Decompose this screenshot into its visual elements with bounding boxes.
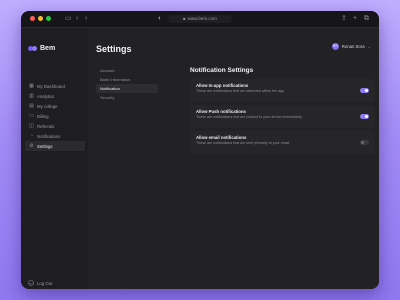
lock-icon: ■ [183, 16, 186, 21]
sidebar-item-label: My college [37, 103, 58, 109]
page-title: Settings [96, 44, 132, 54]
gear-icon: ⚙ [29, 142, 34, 149]
toggle-knob [365, 89, 368, 92]
building-icon: ▤ [29, 102, 34, 109]
subnav-item-security[interactable]: Security [96, 93, 158, 102]
minimize-window-button[interactable] [38, 16, 43, 21]
forward-arrow-icon[interactable]: › [85, 14, 87, 24]
toggle-knob [361, 141, 364, 144]
setting-label: Allow In-app notifications [196, 83, 249, 88]
chevron-down-icon: ⌄ [367, 44, 371, 49]
subnav-item-bank-information[interactable]: Bank Information [96, 75, 158, 84]
new-tab-icon[interactable]: + [353, 14, 357, 24]
setting-description: These are notifications that are sent pr… [196, 141, 290, 145]
setting-label: Allow Push notifications [196, 109, 246, 114]
sidebar-item-label: Settings [37, 143, 53, 149]
sidebar: Bem ▦ My Dashboard ▥ Analytics ▤ My coll… [21, 28, 88, 289]
section-title: Notification Settings [190, 67, 254, 74]
maximize-window-button[interactable] [46, 16, 51, 21]
subnav-item-account[interactable]: Account [96, 66, 158, 75]
notification-settings: Notification Settings Allow In-app notif… [190, 66, 375, 154]
sidebar-item-label: Billing [37, 113, 49, 119]
email-notifications-toggle[interactable] [360, 140, 369, 145]
sidebar-nav: ▦ My Dashboard ▥ Analytics ▤ My college … [25, 81, 85, 151]
sidebar-item-label: Referrals [37, 123, 55, 129]
gift-icon: ◫ [29, 122, 34, 129]
grid-icon: ▦ [29, 82, 34, 89]
sidebar-item-notifications[interactable]: ◔ Notifications [25, 131, 85, 141]
sidebar-item-label: My Dashboard [37, 83, 65, 89]
subnav-item-notification[interactable]: Notification [96, 84, 158, 93]
main-panel: Settings RS Ronan Sora ⌄ Account Bank In… [88, 28, 379, 289]
tab-overview-icon[interactable]: ⧉ [364, 14, 369, 24]
address-bar[interactable]: ■ www.bem.com [168, 15, 232, 23]
sidebar-item-analytics[interactable]: ▥ Analytics [25, 91, 85, 101]
sidebar-toggle-icon[interactable]: ▭ [65, 14, 72, 24]
logout-icon: ↩ [28, 280, 34, 286]
sidebar-item-my-college[interactable]: ▤ My college [25, 101, 85, 111]
share-icon[interactable]: ⇪ [341, 14, 347, 24]
chart-icon: ▥ [29, 92, 34, 99]
push-notifications-toggle[interactable] [360, 114, 369, 119]
user-menu[interactable]: RS Ronan Sora ⌄ [331, 43, 371, 50]
sidebar-item-referrals[interactable]: ◫ Referrals [25, 121, 85, 131]
browser-titlebar: ▭ ‹ › ◐ ■ www.bem.com ⇪ + ⧉ [21, 11, 379, 28]
setting-description: These are notifications that are pushed … [196, 115, 302, 119]
logo-mark-icon [28, 45, 37, 52]
settings-subnav: Account Bank Information Notification Se… [96, 66, 158, 102]
setting-in-app-notifications: Allow In-app notifications These are not… [190, 79, 375, 102]
logout-button[interactable]: ↩ Log Out [28, 280, 52, 286]
logout-label: Log Out [37, 280, 53, 286]
sidebar-item-label: Analytics [37, 93, 55, 99]
in-app-notifications-toggle[interactable] [360, 88, 369, 93]
toggle-knob [365, 115, 368, 118]
sidebar-item-label: Notifications [37, 133, 61, 139]
setting-label: Allow email notifications [196, 135, 247, 140]
card-icon: ▭ [29, 112, 34, 119]
sidebar-item-settings[interactable]: ⚙ Settings [25, 141, 85, 151]
close-window-button[interactable] [30, 16, 35, 21]
logo-text: Bem [40, 45, 56, 52]
url-text: www.bem.com [187, 16, 217, 21]
back-arrow-icon[interactable]: ‹ [76, 14, 78, 24]
bell-icon: ◔ [29, 132, 34, 139]
avatar: RS [331, 43, 339, 50]
setting-push-notifications: Allow Push notifications These are notif… [190, 105, 375, 128]
app-window: ▭ ‹ › ◐ ■ www.bem.com ⇪ + ⧉ Bem ▦ My Dash… [21, 11, 379, 289]
privacy-shield-icon[interactable]: ◐ [158, 14, 162, 24]
user-name: Ronan Sora [341, 44, 365, 49]
sidebar-item-billing[interactable]: ▭ Billing [25, 111, 85, 121]
setting-email-notifications: Allow email notifications These are noti… [190, 131, 375, 154]
sidebar-item-dashboard[interactable]: ▦ My Dashboard [25, 81, 85, 91]
setting-description: These are notifications that are deliver… [196, 89, 285, 93]
brand-logo[interactable]: Bem [28, 45, 55, 52]
